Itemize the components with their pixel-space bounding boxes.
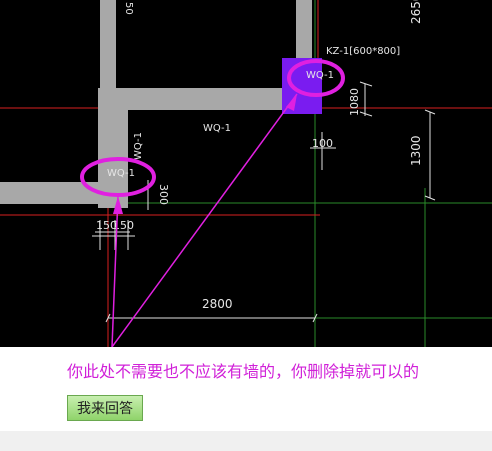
grid-lines xyxy=(0,0,492,347)
dim-2800: 2800 xyxy=(202,297,233,311)
dim-300: 300 xyxy=(157,184,170,205)
dimension-lines xyxy=(92,81,436,323)
answer-caption: 你此处不需要也不应该有墙的，你删除掉就可以的 xyxy=(67,362,420,381)
dim-50: 50 xyxy=(123,2,134,15)
dim-1080: 1080 xyxy=(348,88,361,116)
dim-1300: 1300 xyxy=(409,135,423,166)
wall-label-horizontal: WQ-1 xyxy=(203,123,231,134)
axis-lines xyxy=(0,0,492,347)
wall-label-corner: WQ-1 xyxy=(107,168,135,179)
wall-label-vertical: WQ-1 xyxy=(133,132,144,160)
wall-label-column: WQ-1 xyxy=(306,70,334,81)
cad-drawing-screenshot: KZ-1[600*800] WQ-1 WQ-1 WQ-1 WQ-1 2650 1… xyxy=(0,0,492,347)
column-label: KZ-1[600*800] xyxy=(326,46,400,57)
dim-2650: 2650 xyxy=(409,0,423,24)
footer-bar xyxy=(0,431,492,451)
dim-100: 100 xyxy=(312,137,333,150)
cad-drawing: KZ-1[600*800] WQ-1 WQ-1 WQ-1 WQ-1 2650 1… xyxy=(0,0,492,347)
walls xyxy=(0,0,312,208)
answer-button[interactable]: 我来回答 xyxy=(67,395,143,421)
